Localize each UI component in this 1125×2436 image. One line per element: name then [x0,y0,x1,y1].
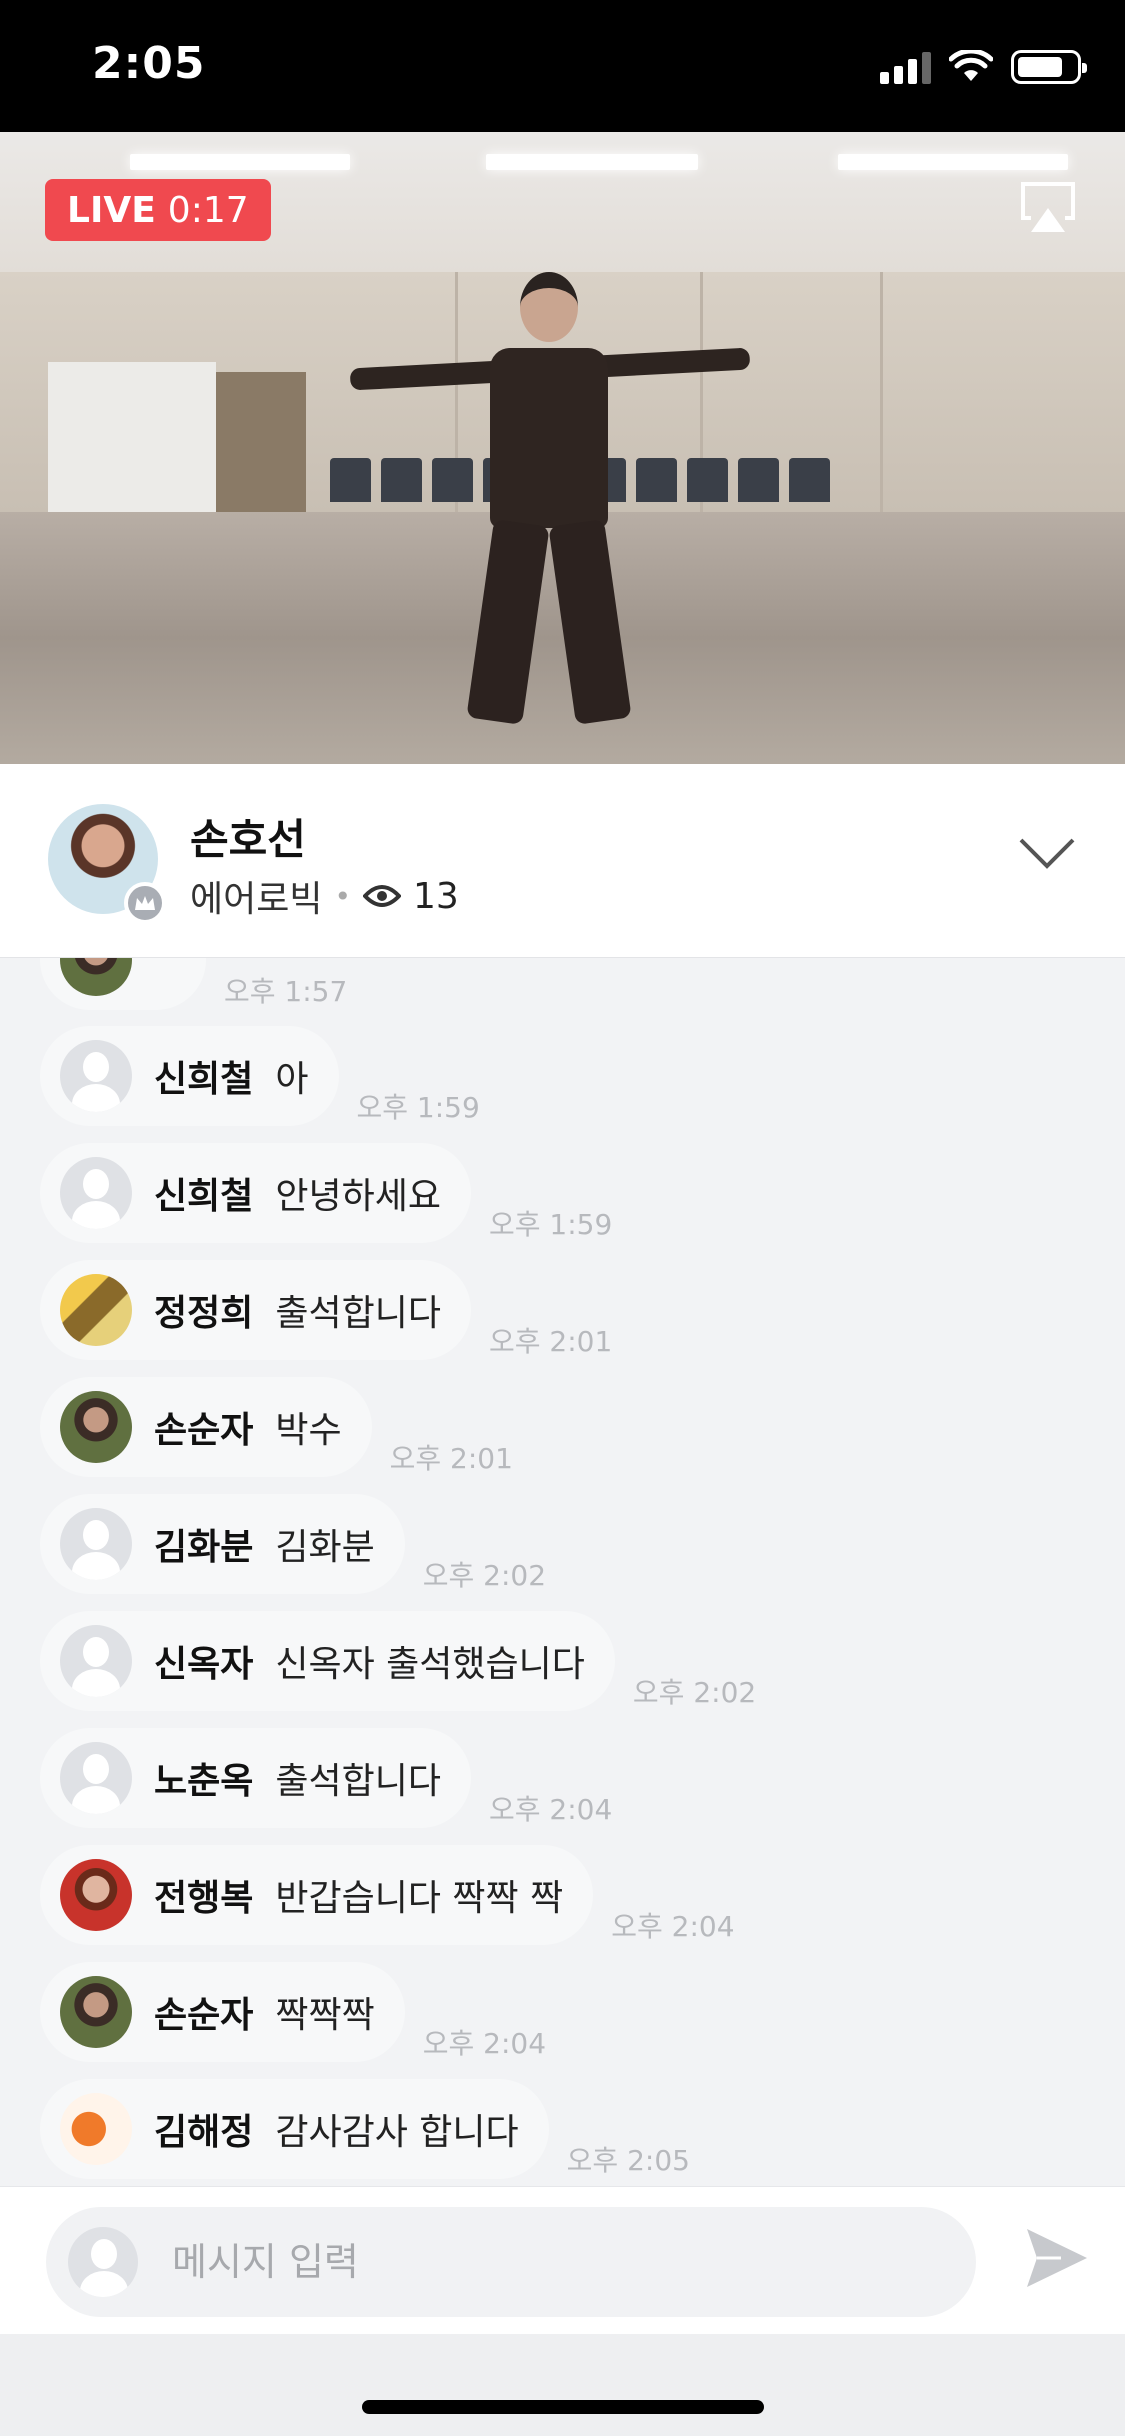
message-time: 오후 2:04 [488,1793,613,1826]
message-text: 안녕하세요 [275,1176,441,1217]
user-avatar [60,1274,132,1346]
message-text: 출석합니다 [275,1293,441,1334]
message-input[interactable] [172,2207,952,2317]
message-sender: 손순자 [154,1995,254,2036]
default-avatar-icon [60,1742,132,1814]
message-text: 김화분 [275,1527,375,1568]
user-avatar [60,1976,132,2048]
user-avatar [60,1391,132,1463]
crown-icon [124,882,166,924]
chat-message: 김해정 감사감사 합니다 오후 2:05 [40,2079,690,2179]
chat-message: 손순자 박수 오후 2:01 [40,1377,513,1477]
message-time: 오후 2:02 [632,1676,757,1709]
host-name[interactable]: 손호선 [190,806,306,867]
dancer-figure [340,272,760,752]
message-time: 오후 1:59 [356,1091,480,1124]
battery-icon [1011,50,1087,84]
home-indicator[interactable] [362,2400,764,2414]
chat-message: 노춘옥 출석합니다 오후 2:04 [40,1728,612,1828]
message-time: 오후 1:59 [488,1208,613,1241]
message-input-pill[interactable] [46,2207,976,2317]
message-time: 오후 2:01 [389,1442,513,1475]
chat-message: 신옥자 신옥자 출석했습니다 오후 2:02 [40,1611,756,1711]
message-sender: 전행복 [154,1878,254,1919]
message-sender: 김해정 [154,2112,254,2153]
message-time: 오후 2:04 [422,2027,547,2060]
chat-message: 전행복 반갑습니다 짝짝 짝 오후 2:04 [40,1845,735,1945]
user-avatar [60,2093,132,2165]
message-time: 오후 1:57 [224,975,348,1008]
user-avatar [60,958,132,996]
message-sender: 김화분 [154,1527,254,1568]
message-text: 감사감사 합니다 [275,2112,519,2153]
message-sender: 신희철 [154,1176,254,1217]
live-duration: 0:17 [167,189,249,231]
chat-message: 손순자 짝짝짝 오후 2:04 [40,1962,546,2062]
default-avatar-icon [60,1625,132,1697]
viewer-count: 13 [413,875,459,917]
default-avatar-icon [60,1157,132,1229]
message-sender: 노춘옥 [154,1761,254,1802]
message-text: 신옥자 출석했습니다 [275,1644,585,1685]
cellular-signal-icon [880,50,931,84]
message-sender: 정정희 [154,1293,254,1334]
user-avatar [60,1859,132,1931]
default-avatar-icon [60,1040,132,1112]
status-icons [880,50,1087,84]
airplay-icon[interactable] [1019,180,1077,234]
message-input-bar [0,2186,1125,2334]
message-text: 출석합니다 [275,1761,441,1802]
status-time: 2:05 [92,38,206,89]
home-area [0,2334,1125,2436]
live-badge: LIVE 0:17 [45,179,271,241]
message-time: 오후 2:04 [611,1910,735,1943]
host-meta: 에어로빅 • 13 [190,870,459,922]
message-time: 오후 2:01 [488,1325,613,1358]
message-text: 아 [275,1059,309,1100]
chat-message: 신희철 안녕하세요 오후 1:59 [40,1143,612,1243]
message-text: 박수 [275,1410,342,1451]
separator-dot: • [334,879,351,913]
message-sender: 손순자 [154,1410,254,1451]
message-time: 오후 2:02 [422,1559,547,1592]
chat-list[interactable]: 오후 1:57 신희철 아 오후 1:59 신희철 안녕하세요 오후 1:59 … [0,958,1125,2186]
send-icon[interactable] [1025,2227,1089,2289]
chat-message: 정정희 출석합니다 오후 2:01 [40,1260,612,1360]
default-avatar-icon [60,1508,132,1580]
chat-message: 김화분 김화분 오후 2:02 [40,1494,546,1594]
host-header: 손호선 에어로빅 • 13 [0,764,1125,958]
eye-icon [363,885,401,907]
chat-message: 신희철 아 오후 1:59 [40,1026,480,1126]
message-time: 오후 2:05 [566,2144,690,2177]
my-avatar-icon [68,2227,138,2297]
message-sender: 신희철 [154,1059,254,1100]
message-text: 짝짝짝 [275,1995,375,2036]
live-video[interactable]: LIVE 0:17 [0,132,1125,764]
message-sender: 신옥자 [154,1644,254,1685]
chat-message-partial: 오후 1:57 [40,958,347,1010]
live-label: LIVE [67,189,156,231]
status-bar: 2:05 [0,0,1125,132]
host-category: 에어로빅 [190,879,323,920]
chevron-down-icon[interactable] [1017,834,1077,874]
message-text: 반갑습니다 짝짝 짝 [275,1878,564,1919]
wifi-icon [949,50,993,81]
